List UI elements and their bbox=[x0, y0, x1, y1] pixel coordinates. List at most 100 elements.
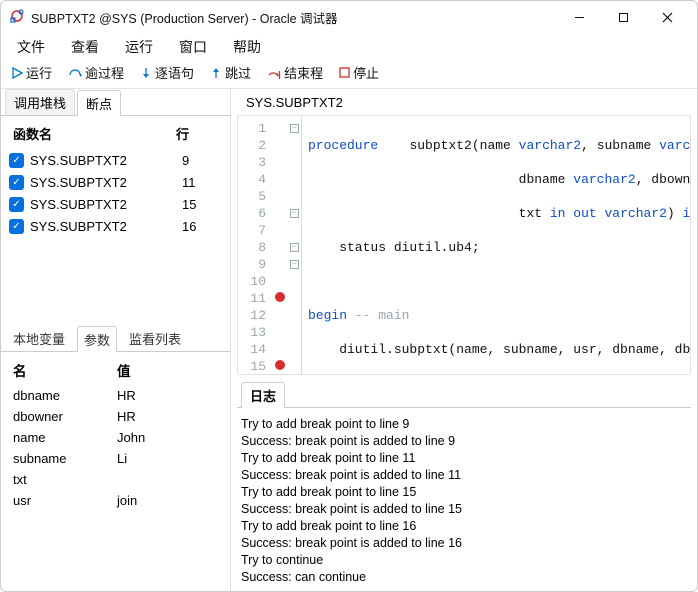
var-name: usr bbox=[13, 493, 117, 510]
menu-window[interactable]: 窗口 bbox=[167, 33, 219, 61]
breakpoint-row[interactable]: ✓ SYS.SUBPTXT2 16 bbox=[9, 215, 226, 237]
tab-locals[interactable]: 本地变量 bbox=[7, 326, 71, 351]
stop-button[interactable]: 停止 bbox=[333, 61, 385, 84]
var-name: dbname bbox=[13, 388, 117, 405]
code-editor[interactable]: 1234567891011121314151617 − − − − procedure… bbox=[237, 115, 691, 375]
var-name: dbowner bbox=[13, 409, 117, 426]
step-out-icon bbox=[210, 67, 222, 79]
breakpoint-marker[interactable] bbox=[275, 292, 285, 302]
fold-toggle[interactable]: − bbox=[290, 243, 299, 252]
checkbox-icon[interactable]: ✓ bbox=[9, 197, 24, 212]
log-line: Try to add break point to line 15 bbox=[241, 484, 687, 501]
menubar: 文件 查看 运行 窗口 帮助 bbox=[1, 33, 697, 61]
var-name: subname bbox=[13, 451, 117, 468]
log-line: Success: break point is added to line 15 bbox=[241, 501, 687, 518]
vars-head-value: 值 bbox=[117, 360, 131, 380]
vars-tabstrip: 本地变量 参数 监看列表 bbox=[1, 325, 230, 351]
var-row[interactable]: dbnameHR bbox=[1, 386, 230, 407]
var-row[interactable]: dbownerHR bbox=[1, 407, 230, 428]
checkbox-icon[interactable]: ✓ bbox=[9, 153, 24, 168]
gutter-fold[interactable]: − − − − bbox=[288, 116, 302, 374]
log-panel[interactable]: Try to add break point to line 9Success:… bbox=[237, 407, 691, 585]
breakpoint-row[interactable]: ✓ SYS.SUBPTXT2 15 bbox=[9, 193, 226, 215]
var-value: HR bbox=[117, 409, 136, 426]
vars-panel: 名 值 dbnameHRdbownerHRnameJohnsubnameLitx… bbox=[1, 351, 230, 512]
checkbox-icon[interactable]: ✓ bbox=[9, 175, 24, 190]
log-line: Success: break point is added to line 16 bbox=[241, 535, 687, 552]
bp-func: SYS.SUBPTXT2 bbox=[30, 219, 176, 234]
breakpoints-panel: 函数名 行 ✓SYS.SUBPTXT29✓SYS.SUBPTXT211✓SYS.… bbox=[1, 115, 230, 245]
left-tabstrip: 调用堆栈 断点 bbox=[1, 89, 230, 115]
stop-icon bbox=[339, 67, 350, 78]
var-value: join bbox=[117, 493, 137, 510]
log-line: Try to add break point to line 16 bbox=[241, 518, 687, 535]
end-label: 结束程 bbox=[284, 63, 323, 82]
log-line: Try to add break point to line 9 bbox=[241, 416, 687, 433]
bp-func: SYS.SUBPTXT2 bbox=[30, 197, 176, 212]
breakpoint-marker[interactable] bbox=[275, 258, 285, 268]
bp-line: 16 bbox=[182, 219, 226, 234]
gutter-breakpoints[interactable] bbox=[272, 116, 288, 374]
var-value: HR bbox=[117, 388, 136, 405]
fold-toggle[interactable]: − bbox=[290, 209, 299, 218]
breakpoint-row[interactable]: ✓ SYS.SUBPTXT2 11 bbox=[9, 171, 226, 193]
var-value: Li bbox=[117, 451, 127, 468]
fold-toggle[interactable]: − bbox=[290, 260, 299, 269]
left-pane: 调用堆栈 断点 函数名 行 ✓SYS.SUBPTXT29✓SYS.SUBPTXT… bbox=[1, 89, 231, 591]
bp-func: SYS.SUBPTXT2 bbox=[30, 153, 176, 168]
tab-params[interactable]: 参数 bbox=[77, 326, 117, 352]
var-value: John bbox=[117, 430, 145, 447]
bp-line: 11 bbox=[182, 175, 226, 190]
tab-watch[interactable]: 监看列表 bbox=[123, 326, 187, 351]
play-icon bbox=[11, 67, 23, 79]
bp-line: 9 bbox=[182, 153, 226, 168]
step-into-button[interactable]: 逐语句 bbox=[134, 61, 200, 84]
minimize-button[interactable] bbox=[557, 3, 601, 31]
close-button[interactable] bbox=[645, 3, 689, 31]
var-row[interactable]: nameJohn bbox=[1, 428, 230, 449]
step-into-label: 逐语句 bbox=[155, 63, 194, 82]
editor-tab[interactable]: SYS.SUBPTXT2 bbox=[237, 91, 352, 114]
tab-breakpoints[interactable]: 断点 bbox=[77, 90, 121, 116]
end-program-button[interactable]: 结束程 bbox=[261, 61, 329, 84]
app-icon bbox=[9, 8, 25, 27]
breakpoint-marker[interactable] bbox=[275, 360, 285, 370]
menu-run[interactable]: 运行 bbox=[113, 33, 165, 61]
checkbox-icon[interactable]: ✓ bbox=[9, 219, 24, 234]
bp-head-func: 函数名 bbox=[13, 124, 176, 143]
tab-callstack[interactable]: 调用堆栈 bbox=[5, 89, 75, 115]
code-body[interactable]: procedure subptxt2(name varchar2, subnam… bbox=[302, 116, 690, 374]
run-label: 运行 bbox=[26, 63, 52, 82]
right-pane: SYS.SUBPTXT2 1234567891011121314151617 −… bbox=[231, 89, 697, 591]
fold-toggle[interactable]: − bbox=[290, 124, 299, 133]
var-row[interactable]: txt bbox=[1, 470, 230, 491]
var-row[interactable]: subnameLi bbox=[1, 449, 230, 470]
maximize-button[interactable] bbox=[601, 3, 645, 31]
step-over-icon bbox=[68, 67, 82, 79]
run-button[interactable]: 运行 bbox=[5, 61, 58, 84]
breakpoint-row[interactable]: ✓ SYS.SUBPTXT2 9 bbox=[9, 149, 226, 171]
var-name: txt bbox=[13, 472, 117, 489]
vars-head-name: 名 bbox=[13, 360, 117, 380]
gutter-line-numbers: 1234567891011121314151617 bbox=[238, 116, 272, 374]
bp-func: SYS.SUBPTXT2 bbox=[30, 175, 176, 190]
var-row[interactable]: usrjoin bbox=[1, 491, 230, 512]
step-over-button[interactable]: 逾过程 bbox=[62, 61, 130, 84]
bp-line: 15 bbox=[182, 197, 226, 212]
step-out-button[interactable]: 跳过 bbox=[204, 61, 257, 84]
menu-help[interactable]: 帮助 bbox=[221, 33, 273, 61]
log-line: Success: can continue bbox=[241, 569, 687, 585]
stop-label: 停止 bbox=[353, 63, 379, 82]
log-line: Try to add break point to line 11 bbox=[241, 450, 687, 467]
log-tabrow: 日志 bbox=[231, 381, 697, 407]
log-line: Success: break point is added to line 9 bbox=[241, 433, 687, 450]
log-tab[interactable]: 日志 bbox=[241, 382, 285, 408]
menu-file[interactable]: 文件 bbox=[5, 33, 57, 61]
log-line: Success: break point is added to line 11 bbox=[241, 467, 687, 484]
vars-list: dbnameHRdbownerHRnameJohnsubnameLitxtusr… bbox=[1, 386, 230, 512]
editor-tabrow: SYS.SUBPTXT2 bbox=[231, 89, 697, 115]
step-out-label: 跳过 bbox=[225, 63, 251, 82]
titlebar: SUBPTXT2 @SYS (Production Server) - Orac… bbox=[1, 1, 697, 33]
menu-view[interactable]: 查看 bbox=[59, 33, 111, 61]
log-line: Try to continue bbox=[241, 552, 687, 569]
